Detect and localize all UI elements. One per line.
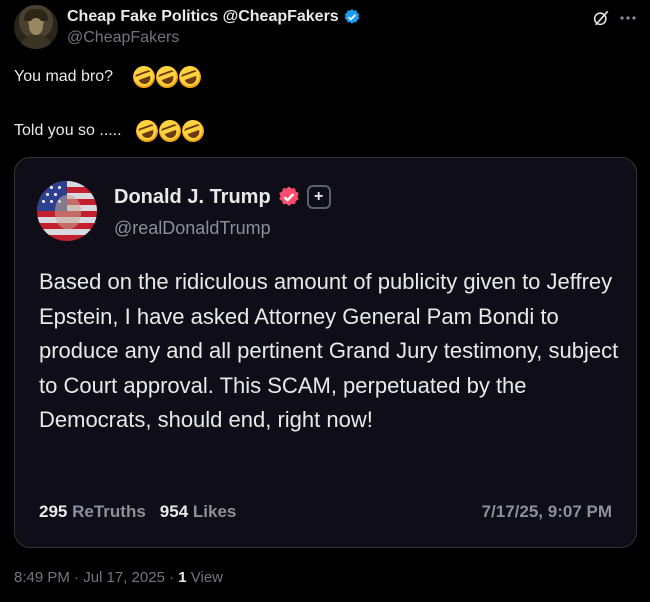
quoted-author-avatar[interactable] xyxy=(37,181,97,241)
rolling-laughing-emoji-icon xyxy=(132,116,161,146)
rolling-laughing-emoji-icon xyxy=(152,62,182,92)
views-label: View xyxy=(186,569,224,586)
retruths-stat[interactable]: 295 ReTruths xyxy=(39,502,146,522)
author-display-name[interactable]: Cheap Fake Politics @CheapFakers xyxy=(67,8,339,26)
plus-badge-icon: + xyxy=(306,185,331,209)
quoted-post-card[interactable]: Donald J. Trump + @realDonaldTrump Based… xyxy=(14,157,637,548)
rolling-laughing-emoji-icon xyxy=(178,116,207,146)
quoted-post-stats: 295 ReTruths 954 Likes xyxy=(39,502,236,522)
rolling-laughing-emoji-icon xyxy=(155,116,184,146)
views-count: 1 xyxy=(178,569,187,586)
more-options-icon[interactable] xyxy=(618,9,638,27)
post-header: Cheap Fake Politics @CheapFakers @CheapF… xyxy=(14,5,636,51)
verified-badge-icon xyxy=(278,186,299,206)
quoted-name-row: Donald J. Trump + xyxy=(114,185,331,209)
post-timestamp[interactable]: 8:49 PM · Jul 17, 2025 · xyxy=(14,569,178,586)
laughing-emoji-group xyxy=(132,116,207,146)
post-line1-text: You mad bro? xyxy=(14,68,114,85)
post-line2-text: Told you so ..... xyxy=(14,122,122,139)
quoted-author-handle[interactable]: @realDonaldTrump xyxy=(114,218,271,239)
laughing-emoji-group xyxy=(129,62,205,92)
verified-badge-icon xyxy=(344,9,359,24)
post-text-line2: Told you so ..... xyxy=(14,116,207,146)
likes-stat[interactable]: 954 Likes xyxy=(160,502,237,522)
rolling-laughing-emoji-icon xyxy=(129,62,159,92)
quoted-post-date: 7/17/25, 9:07 PM xyxy=(481,502,612,521)
post-footer: 8:49 PM · Jul 17, 2025 · 1 View xyxy=(14,569,223,586)
quoted-author-name[interactable]: Donald J. Trump xyxy=(114,186,271,209)
grok-icon[interactable] xyxy=(592,9,610,27)
author-handle[interactable]: @CheapFakers xyxy=(67,29,179,47)
quoted-post-body: Based on the ridiculous amount of public… xyxy=(39,269,619,432)
rolling-laughing-emoji-icon xyxy=(175,62,205,92)
author-name-row: Cheap Fake Politics @CheapFakers xyxy=(67,8,361,26)
post-text-line1: You mad bro? xyxy=(14,62,205,92)
author-avatar[interactable] xyxy=(14,5,58,49)
